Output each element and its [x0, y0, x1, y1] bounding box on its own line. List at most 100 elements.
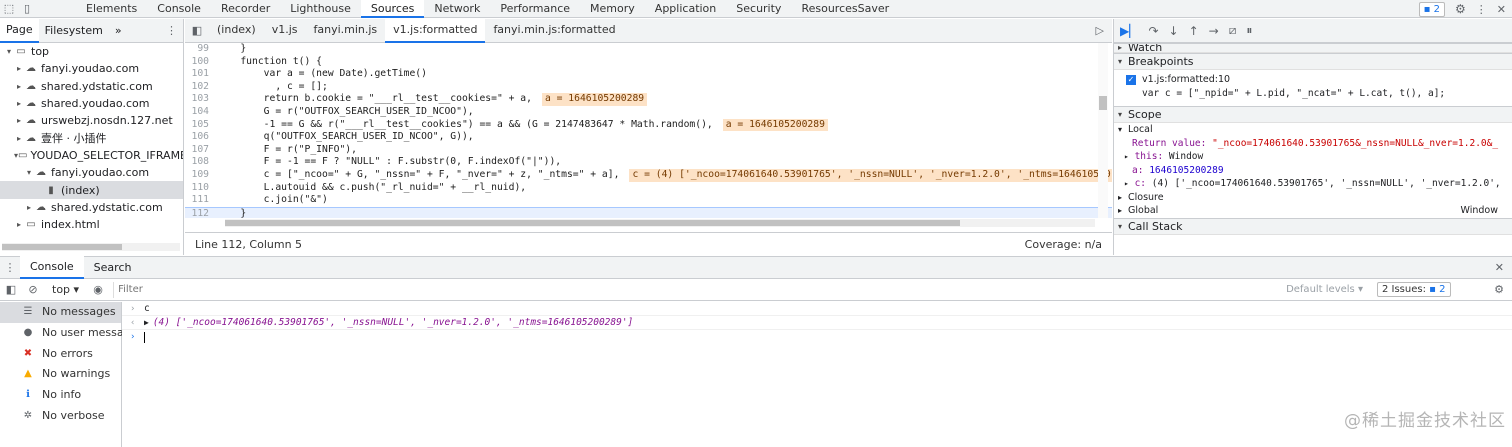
expanded-arrow-icon[interactable]: ▾: [4, 43, 14, 60]
tab-application[interactable]: Application: [645, 0, 726, 18]
editor-tab[interactable]: v1.js: [264, 18, 306, 43]
clear-console-icon[interactable]: ⊘: [22, 283, 44, 296]
code-line[interactable]: 104 G = r("OUTFOX_SEARCH_USER_ID_NCOO"),: [185, 106, 1112, 119]
navigator-menu-icon[interactable]: ⋮: [166, 24, 183, 37]
code-line[interactable]: 103 return b.cookie = "___rl__test__cook…: [185, 93, 1112, 106]
toggle-navigator-icon[interactable]: ◧: [185, 24, 209, 37]
filter-input[interactable]: [113, 281, 1279, 298]
tree-item[interactable]: ▾ ☁ fanyi.youdao.com: [0, 164, 183, 181]
callstack-section[interactable]: ▾ Call Stack: [1114, 217, 1512, 235]
collapsed-arrow-icon[interactable]: ▸: [14, 112, 24, 129]
navigator-scrollbar[interactable]: [2, 243, 180, 251]
line-number[interactable]: 109: [185, 169, 217, 182]
expanded-arrow-icon[interactable]: ▾: [24, 164, 34, 181]
tab-page[interactable]: Page: [0, 18, 39, 43]
line-number[interactable]: 100: [185, 56, 217, 69]
tab-recorder[interactable]: Recorder: [211, 0, 280, 18]
line-number[interactable]: 105: [185, 119, 217, 132]
line-number[interactable]: 111: [185, 194, 217, 207]
console-prompt[interactable]: ›: [122, 330, 1512, 344]
console-output[interactable]: › c ‹ ▶ (4) ['_ncoo=174061640.53901765', '_…: [122, 302, 1512, 447]
console-filter-item[interactable]: ☰ No messages: [0, 302, 121, 323]
console-filter-item[interactable]: ℹ No info: [0, 385, 121, 406]
drawer-close-icon[interactable]: ✕: [1495, 261, 1512, 274]
tree-item[interactable]: ▸ ☁ shared.youdao.com: [0, 95, 183, 112]
editor-tab[interactable]: fanyi.min.js: [305, 18, 385, 43]
console-settings-icon[interactable]: ⚙: [1494, 283, 1512, 296]
code-lines[interactable]: 99 } 100 function t() {101 var a = (new D…: [185, 43, 1112, 218]
code-line[interactable]: 100 function t() {: [185, 56, 1112, 69]
deactivate-breakpoints-icon[interactable]: ⧄: [1229, 23, 1237, 38]
tree-item[interactable]: ▸ ☁ urswebzj.nosdn.127.net: [0, 112, 183, 129]
collapsed-arrow-icon[interactable]: ▸: [14, 95, 24, 112]
console-filter-item[interactable]: ● No user messa...: [0, 323, 135, 344]
code-line[interactable]: 105 -1 == G && r("___rl__test__cookies")…: [185, 118, 1112, 132]
sidebar-toggle-icon[interactable]: ◧: [0, 283, 22, 296]
tree-item[interactable]: ▸ ☁ shared.ydstatic.com: [0, 78, 183, 95]
more-icon[interactable]: ⋮: [1476, 3, 1487, 16]
issues-badge[interactable]: ▪ 2: [1418, 1, 1446, 17]
tab-network[interactable]: Network: [424, 0, 490, 18]
code-line[interactable]: 99 }: [185, 43, 1112, 56]
close-icon[interactable]: ✕: [1497, 3, 1506, 16]
tree-item[interactable]: ▸ ☁ 壹伴 · 小插件: [0, 129, 183, 146]
tree-item[interactable]: ▸ ▭ index.html: [0, 216, 183, 233]
breakpoints-section[interactable]: ▾ Breakpoints: [1114, 53, 1512, 70]
tab-elements[interactable]: Elements: [76, 0, 147, 18]
tab-resourcessaver[interactable]: ResourcesSaver: [791, 0, 899, 18]
code-line[interactable]: 102 , c = [];: [185, 81, 1112, 94]
step-icon[interactable]: →: [1209, 24, 1219, 38]
line-number[interactable]: 99: [185, 43, 217, 56]
editor-vscrollbar[interactable]: [1098, 43, 1108, 218]
editor-tab[interactable]: v1.js:formatted: [385, 18, 486, 43]
line-number[interactable]: 108: [185, 156, 217, 169]
scope-return-value[interactable]: Return value: "_ncoo=174061640.53901765&…: [1114, 137, 1512, 151]
tree-item[interactable]: ▮ (index): [0, 181, 183, 199]
editor-hscrollbar[interactable]: [225, 219, 1095, 227]
scope-section[interactable]: ▾ Scope: [1114, 106, 1512, 123]
step-over-icon[interactable]: ↷: [1148, 24, 1158, 38]
scope-local[interactable]: ▾ Local: [1114, 123, 1512, 137]
log-levels-dropdown[interactable]: Default levels ▾: [1286, 284, 1363, 295]
collapsed-arrow-icon[interactable]: ▸: [14, 60, 24, 77]
console-result[interactable]: ‹ ▶ (4) ['_ncoo=174061640.53901765', '_nss…: [122, 316, 1512, 330]
collapsed-arrow-icon[interactable]: ▸: [24, 199, 34, 216]
tree-item[interactable]: ▾ ▭ top: [0, 43, 183, 60]
line-number[interactable]: 103: [185, 93, 217, 106]
context-selector[interactable]: top ▾: [44, 283, 87, 296]
code-line[interactable]: 109 c = ["_ncoo=" + G, "_nssn=" + F, "_n…: [185, 168, 1112, 182]
line-number[interactable]: 110: [185, 182, 217, 195]
scope-global[interactable]: ▸ Global Window: [1114, 204, 1512, 218]
tab-console[interactable]: Console: [147, 0, 211, 18]
tab-console[interactable]: Console: [20, 256, 84, 279]
code-line[interactable]: 107 F = r("P_INFO"),: [185, 144, 1112, 157]
more-tabs-icon[interactable]: »: [109, 19, 128, 42]
line-number[interactable]: 106: [185, 131, 217, 144]
code-line[interactable]: 112 }: [185, 206, 1112, 218]
breakpoint-checkbox[interactable]: ✓: [1126, 74, 1136, 85]
inspect-icon[interactable]: ⬚: [0, 0, 18, 18]
scope-a[interactable]: a: 1646105200289: [1114, 164, 1512, 178]
tree-item[interactable]: ▸ ☁ fanyi.youdao.com: [0, 60, 183, 77]
collapsed-arrow-icon[interactable]: ▸: [14, 130, 24, 147]
breakpoint-item[interactable]: ✓ v1.js:formatted:10: [1114, 73, 1512, 87]
tab-performance[interactable]: Performance: [490, 0, 580, 18]
console-filter-item[interactable]: ✲ No verbose: [0, 406, 121, 427]
line-number[interactable]: 101: [185, 68, 217, 81]
scope-closure[interactable]: ▸ Closure: [1114, 191, 1512, 205]
settings-icon[interactable]: ⚙: [1455, 2, 1466, 16]
step-into-icon[interactable]: ↓: [1169, 24, 1179, 38]
code-line[interactable]: 106 q("OUTFOX_SEARCH_USER_ID_NCOO", G)),: [185, 131, 1112, 144]
scope-c[interactable]: ▸ c: (4) ['_ncoo=174061640.53901765', '_…: [1114, 177, 1512, 191]
pause-exceptions-icon[interactable]: ⏸: [1246, 23, 1252, 38]
live-expression-icon[interactable]: ◉: [87, 283, 109, 296]
collapsed-arrow-icon[interactable]: ▸: [14, 216, 24, 233]
console-filter-item[interactable]: ▲ No warnings: [0, 364, 121, 385]
console-issues-button[interactable]: 2 Issues: ▪ 2: [1376, 282, 1451, 297]
tree-item[interactable]: ▸ ☁ shared.ydstatic.com: [0, 199, 183, 216]
tab-lighthouse[interactable]: Lighthouse: [280, 0, 361, 18]
code-line[interactable]: 110 L.autouid && c.push("_rl_nuid=" + __…: [185, 182, 1112, 195]
tab-sources[interactable]: Sources: [360, 0, 425, 18]
code-line[interactable]: 108 F = -1 == F ? "NULL" : F.substr(0, F…: [185, 156, 1112, 169]
line-number[interactable]: 102: [185, 81, 217, 94]
